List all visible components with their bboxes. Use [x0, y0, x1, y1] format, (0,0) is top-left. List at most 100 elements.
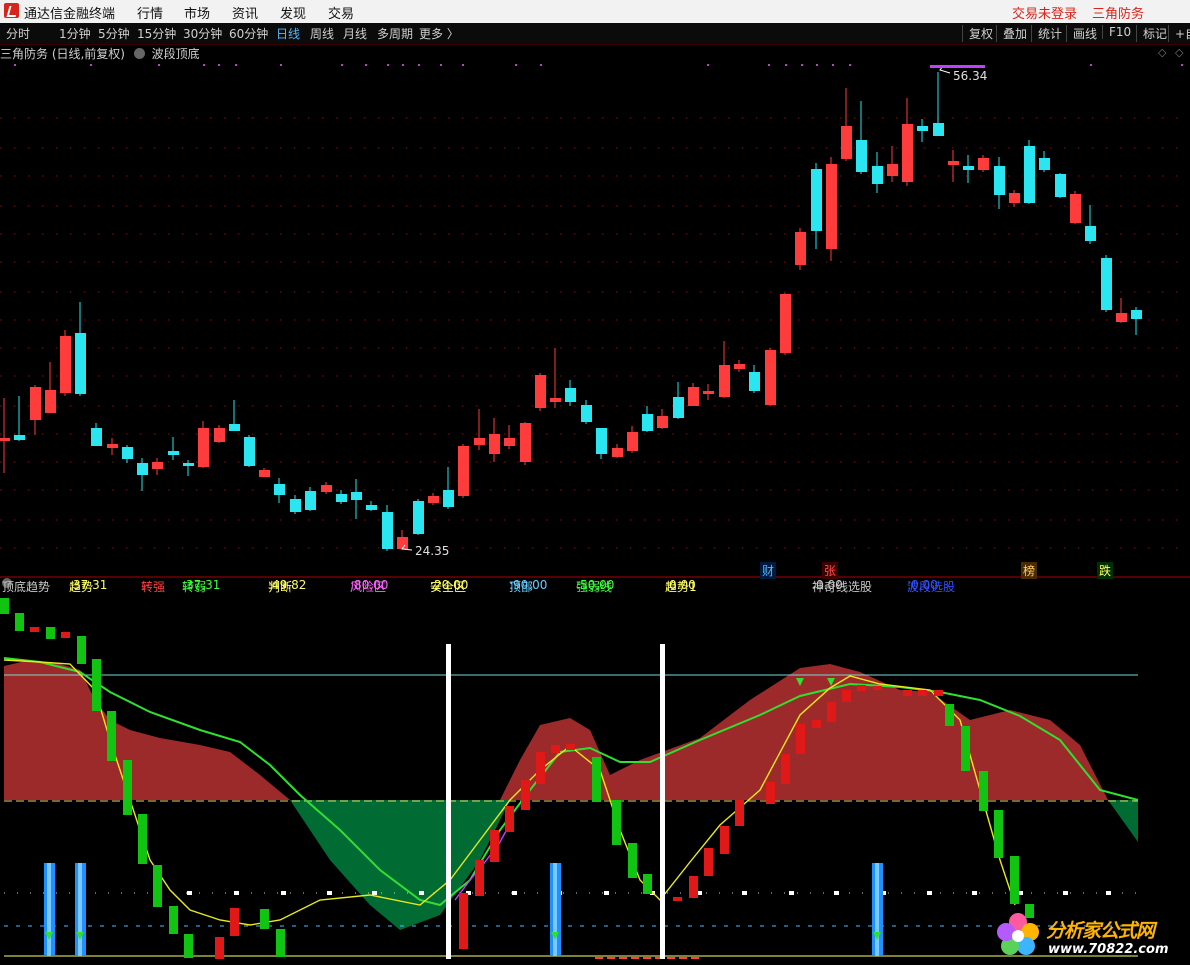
- legend-judge: 判断: 49.82: [268, 578, 307, 594]
- legend-turn-strong: 转强: -: [141, 578, 166, 594]
- trend-bar-up: [766, 782, 775, 804]
- legend-strength-line-value: 50.00: [580, 578, 615, 592]
- blue-signal-highlight: [78, 863, 82, 956]
- trend-bar-down: [1010, 856, 1019, 904]
- candle-body: [933, 123, 944, 136]
- candle-body: [1131, 310, 1142, 319]
- signal-dot: [203, 64, 205, 66]
- candle-body: [0, 438, 10, 441]
- candle-body: [780, 294, 791, 353]
- candle-body: [382, 512, 393, 549]
- candle-body: [244, 437, 255, 466]
- legend-strength-line: 强弱线: 50.00: [576, 578, 615, 594]
- candle-body: [75, 333, 86, 394]
- high-highlight: [930, 65, 985, 68]
- candle-body: [1116, 313, 1127, 322]
- candle-body: [1070, 194, 1081, 223]
- legend-trend1: 趋势1: 0.00: [665, 578, 697, 594]
- candle-body: [994, 166, 1005, 195]
- trend-bar-up: [475, 860, 484, 896]
- candle-body: [290, 499, 301, 512]
- candle-body: [413, 501, 424, 534]
- trend-bar-down: [169, 906, 178, 934]
- trend-bar-down: [92, 659, 101, 711]
- candle-body: [1101, 258, 1112, 310]
- candle-body: [1024, 146, 1035, 203]
- signal-dot: [1181, 64, 1183, 66]
- candle-body: [703, 391, 714, 394]
- legend-trend1-value: 0.00: [669, 578, 696, 592]
- legend-trend-value: 37.31: [73, 578, 108, 592]
- signal-vline: [446, 644, 451, 959]
- marker-square: [234, 891, 239, 895]
- trend-bar-up: [566, 744, 575, 750]
- candle-body: [765, 350, 776, 405]
- legend-magic-pick-value: 0.00: [816, 578, 843, 592]
- event-marker-drop[interactable]: 跌: [1097, 562, 1114, 579]
- chart-canvas[interactable]: [0, 0, 1190, 965]
- trend-bar-up: [903, 690, 912, 696]
- legend-safe-zone: 安全区: 20.00: [430, 578, 469, 594]
- candle-body: [152, 462, 163, 469]
- trend-bar-up: [689, 876, 698, 898]
- signal-dot: [235, 64, 237, 66]
- candle-body: [351, 492, 362, 500]
- sub-chart-legend: 顶底趋势 趋势: 37.31 转强: - 转弱: 37.31 判断: 49.82…: [0, 578, 1190, 594]
- event-marker-limit-up[interactable]: 张: [822, 562, 839, 579]
- candle-body: [60, 336, 71, 393]
- trend-bar-up: [735, 800, 744, 826]
- trend-bar-up: [796, 724, 805, 754]
- signal-dot: [462, 64, 464, 66]
- trend-bar-up: [30, 627, 39, 632]
- signal-dot: [90, 64, 92, 66]
- blue-signal-highlight: [553, 863, 557, 956]
- marker-square: [187, 891, 192, 895]
- safe-area-right: [1108, 800, 1138, 842]
- marker-square: [972, 891, 977, 895]
- candle-body: [122, 447, 133, 459]
- trend-bar-up: [704, 848, 713, 876]
- trend-bar-down: [107, 711, 116, 761]
- trend-bar-down: [612, 800, 621, 845]
- trend-bar-up: [812, 720, 821, 728]
- legend-risk-zone-value: 80.00: [354, 578, 389, 592]
- marker-square: [512, 891, 517, 895]
- candle-body: [107, 444, 118, 448]
- candle-body: [336, 494, 347, 502]
- candle-body: [1085, 226, 1096, 241]
- legend-trend: 趋势: 37.31: [69, 578, 108, 594]
- trend-bar-up: [873, 686, 882, 690]
- trend-bar-up: [857, 685, 866, 691]
- candle-body: [826, 164, 837, 249]
- legend-risk-zone: 风险区: 80.00: [350, 578, 389, 594]
- candle-body: [305, 491, 316, 510]
- trend-bar-up: [720, 826, 729, 854]
- sub-chart-title[interactable]: 顶底趋势: [2, 578, 50, 595]
- candle-body: [198, 428, 209, 467]
- trend-bar-down: [123, 760, 132, 815]
- candle-body: [657, 416, 668, 428]
- candle-body: [978, 158, 989, 170]
- trend-bar-down: [979, 771, 988, 811]
- trend-bar-up: [673, 897, 682, 901]
- event-marker-rank[interactable]: 榜: [1021, 562, 1038, 579]
- candle-body: [229, 424, 240, 431]
- candle-body: [1009, 193, 1020, 203]
- candle-body: [612, 448, 623, 457]
- trend-bar-down: [961, 726, 970, 771]
- candle-body: [550, 398, 561, 402]
- signal-dot: [801, 64, 803, 66]
- candle-body: [397, 537, 408, 549]
- legend-wave-pick: 波段选股: 0.00: [907, 578, 956, 594]
- marker-square: [419, 891, 424, 895]
- trend-bar-up: [490, 830, 499, 862]
- candle-body: [91, 428, 102, 446]
- legend-turn-weak: 转弱: 37.31: [182, 578, 221, 594]
- event-marker-finance[interactable]: 财: [760, 562, 777, 579]
- candle-body: [673, 397, 684, 418]
- candle-body: [795, 232, 806, 265]
- signal-dot: [768, 64, 770, 66]
- legend-safe-zone-value: 20.00: [434, 578, 469, 592]
- candle-body: [520, 423, 531, 462]
- candle-body: [841, 126, 852, 159]
